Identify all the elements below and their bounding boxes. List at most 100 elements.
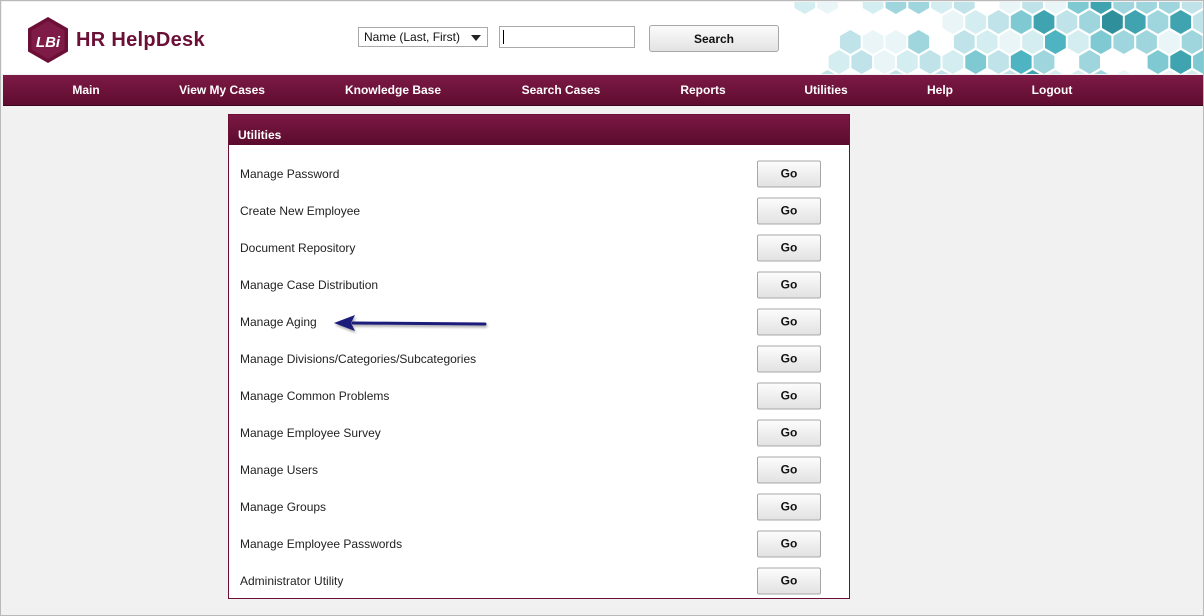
list-item: Manage Users Go bbox=[229, 451, 849, 488]
hexagon-shape bbox=[1147, 10, 1169, 34]
hexagon-shape bbox=[1033, 50, 1055, 74]
hexagon-shape bbox=[1102, 10, 1123, 34]
main-nav: Main View My Cases Knowledge Base Search… bbox=[3, 75, 1203, 106]
hexagon-shape bbox=[1033, 10, 1055, 34]
go-button-manage-common-problems[interactable]: Go bbox=[757, 382, 821, 409]
hexagon-shape bbox=[1022, 2, 1043, 14]
hexagon-shape bbox=[1136, 2, 1157, 14]
row-label: Administrator Utility bbox=[240, 573, 344, 588]
search-button[interactable]: Search bbox=[649, 25, 779, 52]
row-label: Document Repository bbox=[240, 240, 356, 255]
dropdown-arrow-icon bbox=[471, 35, 481, 41]
hexagon-shape bbox=[1079, 50, 1100, 74]
row-label: Manage Aging bbox=[240, 314, 317, 329]
row-label: Manage Case Distribution bbox=[240, 277, 379, 292]
hexagon-shape bbox=[942, 10, 964, 34]
hexagon-shape bbox=[862, 2, 884, 14]
hexagon-shape bbox=[862, 30, 884, 54]
go-button-document-repository[interactable]: Go bbox=[757, 234, 821, 261]
list-item: Manage Common Problems Go bbox=[229, 377, 849, 414]
row-label: Manage Employee Passwords bbox=[240, 536, 403, 551]
hexagon-shape bbox=[1147, 50, 1169, 74]
hexagon-shape bbox=[1181, 30, 1203, 54]
list-item: Manage Password Go bbox=[229, 155, 849, 192]
hexagon-shape bbox=[1193, 10, 1203, 34]
hexagon-shape bbox=[965, 10, 987, 34]
hexagon-shape bbox=[919, 50, 941, 74]
hexagon-shape bbox=[1170, 10, 1192, 34]
nav-reports[interactable]: Reports bbox=[680, 75, 725, 105]
list-item: Manage Groups Go bbox=[229, 488, 849, 525]
annotation-arrow-icon bbox=[334, 315, 487, 331]
nav-knowledge-base[interactable]: Knowledge Base bbox=[345, 75, 441, 105]
hexagon-shape bbox=[953, 30, 975, 54]
hexagon-shape bbox=[1158, 2, 1180, 14]
app-title: HR HelpDesk bbox=[76, 28, 205, 51]
hexagon-shape bbox=[851, 50, 873, 74]
hexagon-shape bbox=[1056, 10, 1078, 34]
hexagon-shape bbox=[874, 50, 895, 74]
hexagon-shape bbox=[1045, 2, 1066, 14]
hexagon-pattern-decoration bbox=[794, 2, 1203, 74]
hexagon-shape bbox=[942, 50, 964, 74]
hexagon-shape bbox=[1113, 2, 1135, 14]
go-button-manage-employee-survey[interactable]: Go bbox=[757, 419, 821, 446]
hexagon-shape bbox=[885, 2, 907, 14]
nav-help[interactable]: Help bbox=[927, 75, 953, 105]
hexagon-shape bbox=[931, 2, 952, 14]
search-type-value: Name (Last, First) bbox=[364, 30, 461, 44]
hexagon-shape bbox=[1170, 50, 1192, 74]
hexagon-shape bbox=[1022, 30, 1043, 54]
hexagon-shape bbox=[1158, 30, 1180, 54]
header: LBi HR HelpDesk Name (Last, First) Searc… bbox=[2, 2, 1203, 74]
hexagon-shape bbox=[908, 30, 930, 54]
row-label: Manage Common Problems bbox=[240, 388, 390, 403]
go-button-manage-divisions[interactable]: Go bbox=[757, 345, 821, 372]
nav-logout[interactable]: Logout bbox=[1032, 75, 1073, 105]
hexagon-shape bbox=[1079, 10, 1100, 34]
row-label: Create New Employee bbox=[240, 203, 361, 218]
logo[interactable]: LBi HR HelpDesk bbox=[26, 16, 205, 64]
hexagon-shape bbox=[965, 50, 987, 74]
hexagon-shape bbox=[999, 2, 1021, 14]
list-item: Manage Aging Go bbox=[229, 303, 849, 340]
utilities-panel: Utilities Manage Password Go Create New … bbox=[228, 114, 850, 599]
nav-view-my-cases[interactable]: View My Cases bbox=[179, 75, 265, 105]
list-item: Manage Employee Survey Go bbox=[229, 414, 849, 451]
hexagon-shape bbox=[1124, 10, 1146, 34]
hexagon-shape bbox=[1067, 30, 1089, 54]
list-item: Manage Case Distribution Go bbox=[229, 266, 849, 303]
go-button-manage-users[interactable]: Go bbox=[757, 456, 821, 483]
go-button-manage-groups[interactable]: Go bbox=[757, 493, 821, 520]
hexagon-shape bbox=[988, 50, 1009, 74]
hexagon-shape bbox=[794, 2, 816, 14]
list-item: Create New Employee Go bbox=[229, 192, 849, 229]
row-label: Manage Groups bbox=[240, 499, 327, 514]
row-label: Manage Divisions/Categories/Subcategorie… bbox=[240, 351, 477, 366]
go-button-manage-aging[interactable]: Go bbox=[757, 308, 821, 335]
row-label: Manage Password bbox=[240, 166, 340, 181]
go-button-manage-password[interactable]: Go bbox=[757, 160, 821, 187]
hexagon-shape bbox=[885, 30, 907, 54]
text-cursor bbox=[503, 30, 504, 44]
nav-main[interactable]: Main bbox=[72, 75, 99, 105]
hexagon-shape bbox=[1067, 2, 1089, 14]
row-label: Manage Users bbox=[240, 462, 319, 477]
search-type-select[interactable]: Name (Last, First) bbox=[358, 27, 488, 47]
nav-utilities[interactable]: Utilities bbox=[804, 75, 847, 105]
list-item: Administrator Utility Go bbox=[229, 562, 849, 599]
go-button-administrator-utility[interactable]: Go bbox=[757, 567, 821, 594]
hexagon-shape bbox=[1090, 30, 1112, 54]
hexagon-shape bbox=[1010, 50, 1032, 74]
go-button-manage-case-distribution[interactable]: Go bbox=[757, 271, 821, 298]
nav-search-cases[interactable]: Search Cases bbox=[522, 75, 601, 105]
hexagon-shape bbox=[976, 30, 998, 54]
list-item: Manage Divisions/Categories/Subcategorie… bbox=[229, 340, 849, 377]
search-input[interactable] bbox=[499, 26, 635, 48]
hexagon-shape bbox=[908, 2, 930, 14]
hexagon-shape bbox=[1116, 70, 1131, 74]
hexagon-shape bbox=[828, 50, 850, 74]
go-button-manage-employee-passwords[interactable]: Go bbox=[757, 530, 821, 557]
go-button-create-new-employee[interactable]: Go bbox=[757, 197, 821, 224]
hexagon-shape bbox=[999, 30, 1021, 54]
